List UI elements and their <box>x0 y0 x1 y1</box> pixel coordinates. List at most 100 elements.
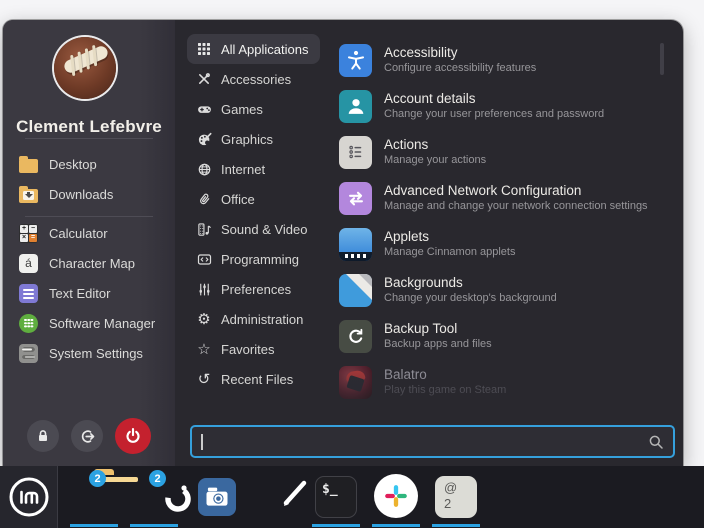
taskbar-item-character-app[interactable]: @ 2 <box>432 466 480 528</box>
sidebar-item-software-manager[interactable]: Software Manager <box>11 309 177 337</box>
star-icon: ☆ <box>196 341 212 357</box>
network-arrows-icon <box>339 182 372 215</box>
running-indicator <box>312 524 360 527</box>
category-sound-video[interactable]: Sound & Video <box>187 214 320 244</box>
app-title: Backgrounds <box>384 275 557 290</box>
gear-icon: ⚙ <box>196 311 212 327</box>
user-name: Clement Lefebvre <box>3 117 175 137</box>
running-indicator <box>130 524 178 527</box>
category-all-applications[interactable]: All Applications <box>187 34 320 64</box>
taskbar-item-screenshot[interactable] <box>193 466 241 528</box>
cinnamon-menu-panel: Clement Lefebvre Desktop Downloads Calcu… <box>3 20 683 466</box>
app-row-backgrounds[interactable]: Backgrounds Change your desktop's backgr… <box>339 267 665 313</box>
category-internet[interactable]: Internet <box>187 154 277 184</box>
sidebar-item-system-settings[interactable]: System Settings <box>11 339 177 367</box>
category-games[interactable]: Games <box>187 94 275 124</box>
logout-icon <box>79 428 96 445</box>
category-list: All Applications Accessories Games Graph… <box>185 34 339 394</box>
grid-icon <box>196 41 212 57</box>
notification-badge: 2 <box>149 470 166 487</box>
sidebar-item-label: Downloads <box>49 187 113 202</box>
app-subtitle: Manage your actions <box>384 154 486 167</box>
category-label: Recent Files <box>221 372 293 387</box>
at-glyph: @ <box>444 480 477 496</box>
app-title: Account details <box>384 91 604 106</box>
app-subtitle: Manage Cinnamon applets <box>384 246 515 259</box>
category-favorites[interactable]: ☆ Favorites <box>187 334 286 364</box>
category-label: Favorites <box>221 342 274 357</box>
sidebar-separator <box>25 216 153 217</box>
search-input[interactable] <box>190 425 675 458</box>
app-title: Balatro <box>384 367 506 382</box>
taskbar-item-firefox[interactable]: 2 <box>130 466 178 528</box>
category-accessories[interactable]: Accessories <box>187 64 303 94</box>
category-label: Graphics <box>221 132 273 147</box>
accessibility-icon <box>339 44 372 77</box>
film-note-icon <box>196 221 212 237</box>
sidebar-item-text-editor[interactable]: Text Editor <box>11 279 177 307</box>
menu-sidebar: Clement Lefebvre Desktop Downloads Calcu… <box>3 20 175 466</box>
app-title: Applets <box>384 229 515 244</box>
category-administration[interactable]: ⚙ Administration <box>187 304 315 334</box>
app-subtitle: Play this game on Steam <box>384 384 506 397</box>
app-title: Actions <box>384 137 486 152</box>
actions-list-icon <box>339 136 372 169</box>
taskbar-item-slack[interactable] <box>372 466 420 528</box>
power-button[interactable] <box>115 418 151 454</box>
app-row-advanced-network-configuration[interactable]: Advanced Network Configuration Manage an… <box>339 175 665 221</box>
app-row-actions[interactable]: Actions Manage your actions <box>339 129 665 175</box>
taskbar-item-drawing[interactable] <box>252 466 300 528</box>
app-row-account-details[interactable]: Account details Change your user prefere… <box>339 83 665 129</box>
sidebar-item-desktop[interactable]: Desktop <box>11 150 177 178</box>
category-preferences[interactable]: Preferences <box>187 274 303 304</box>
category-label: Games <box>221 102 263 117</box>
sidebar-item-label: Software Manager <box>49 316 155 331</box>
history-icon: ↺ <box>196 371 212 387</box>
text-caret <box>201 434 203 450</box>
avatar[interactable] <box>54 37 116 99</box>
count-glyph: 2 <box>444 496 477 512</box>
character-map-icon: á <box>19 254 38 273</box>
terminal-icon: $_ <box>315 476 357 518</box>
palette-icon <box>196 131 212 147</box>
category-recent-files[interactable]: ↺ Recent Files <box>187 364 305 394</box>
app-title: Backup Tool <box>384 321 492 336</box>
logout-button[interactable] <box>71 420 103 452</box>
taskbar-item-files[interactable]: 2 <box>70 466 118 528</box>
notification-badge: 2 <box>89 470 106 487</box>
calculator-icon <box>19 224 38 243</box>
apps-scrollbar[interactable] <box>660 43 664 75</box>
app-row-accessibility[interactable]: Accessibility Configure accessibility fe… <box>339 37 665 83</box>
terminal-prompt-glyph: $_ <box>322 482 338 497</box>
paperclip-icon <box>196 191 212 207</box>
desktop: Clement Lefebvre Desktop Downloads Calcu… <box>0 0 704 528</box>
sidebar-item-label: Desktop <box>49 157 97 172</box>
sidebar-item-calculator[interactable]: Calculator <box>11 219 177 247</box>
lock-button[interactable] <box>27 420 59 452</box>
folder-icon <box>19 155 38 174</box>
taskbar: 2 2 <box>0 466 704 528</box>
category-graphics[interactable]: Graphics <box>187 124 285 154</box>
tools-icon <box>196 71 212 87</box>
category-office[interactable]: Office <box>187 184 267 214</box>
app-subtitle: Change your desktop's background <box>384 292 557 305</box>
app-subtitle: Change your user preferences and passwor… <box>384 108 604 121</box>
app-row-backup-tool[interactable]: Backup Tool Backup apps and files <box>339 313 665 359</box>
category-label: Administration <box>221 312 303 327</box>
backup-icon <box>339 320 372 353</box>
app-row-balatro[interactable]: Balatro Play this game on Steam <box>339 359 665 405</box>
app-title: Accessibility <box>384 45 536 60</box>
app-row-applets[interactable]: Applets Manage Cinnamon applets <box>339 221 665 267</box>
taskbar-item-terminal[interactable]: $_ <box>312 466 360 528</box>
category-label: Preferences <box>221 282 291 297</box>
sidebar-item-downloads[interactable]: Downloads <box>11 180 177 208</box>
at-icon: @ 2 <box>435 476 477 518</box>
menu-button[interactable] <box>0 466 58 528</box>
sidebar-item-character-map[interactable]: á Character Map <box>11 249 177 277</box>
category-label: Office <box>221 192 255 207</box>
category-programming[interactable]: Programming <box>187 244 311 274</box>
app-title: Advanced Network Configuration <box>384 183 648 198</box>
sidebar-item-label: System Settings <box>49 346 143 361</box>
app-subtitle: Backup apps and files <box>384 338 492 351</box>
folder-download-icon <box>19 185 38 204</box>
